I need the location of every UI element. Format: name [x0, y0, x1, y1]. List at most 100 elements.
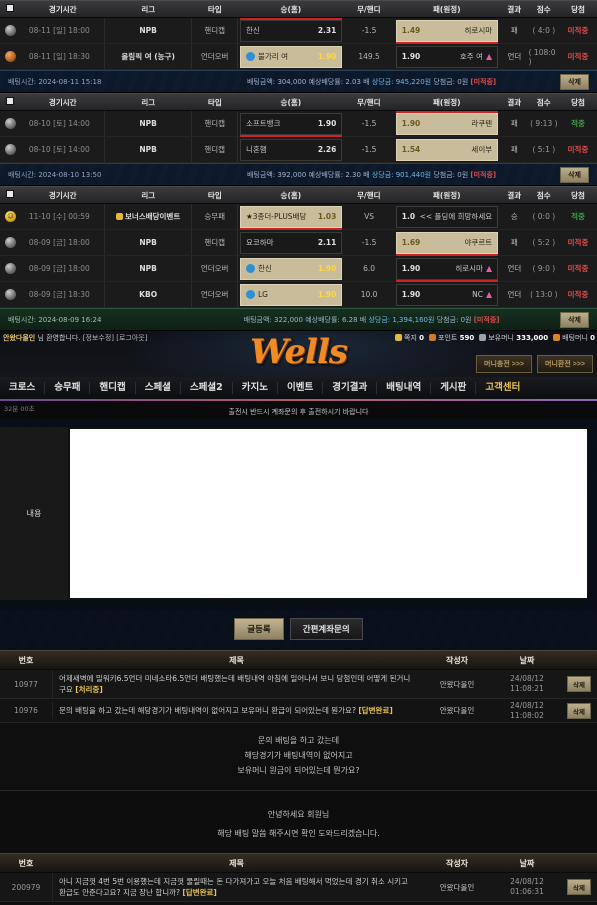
delete-slip-button[interactable]: 삭제	[560, 311, 589, 328]
col-date: 날짜	[519, 858, 535, 868]
away-pick-cell[interactable]: 1.90 라쿠텐	[394, 110, 500, 136]
nav-item-handicap[interactable]: 핸디캡	[90, 382, 136, 394]
col-time: 경기시간	[48, 190, 77, 200]
post-line: 문의 배팅을 하고 갔는데	[257, 736, 340, 745]
bet-row: 08-11 [일] 18:00 NPB 핸디캡 한신 2.31 -1.5 1.4…	[0, 17, 597, 44]
select-all-checkbox[interactable]	[0, 97, 21, 107]
away-pick-cell[interactable]: 1.0 << 폴딩에 희망하세요	[394, 204, 500, 229]
match-result: 패	[510, 26, 518, 35]
handicap-value: -1.5	[361, 238, 377, 247]
match-result: 패	[510, 238, 518, 247]
hit-status: 미적중	[567, 290, 589, 299]
match-score: ( 0:0 )	[532, 212, 556, 221]
table-row[interactable]: 10977 어제새벽에 밀워키6.5언더 미네소타6.5언더 배팅했는데 배팅내…	[0, 670, 597, 699]
post-reply: 안녕하세요 회원님 해당 배팅 말씀 해주시면 확인 도와드리겠습니다.	[0, 791, 597, 853]
sport-ball-icon	[0, 256, 21, 281]
sport-ball-icon	[0, 18, 21, 43]
col-score: 점수	[536, 4, 551, 14]
home-pick-cell[interactable]: 한신 1.90	[238, 256, 344, 281]
home-pick-cell[interactable]: 한신 2.31	[238, 17, 344, 43]
post-title[interactable]: 어제새벽에 밀워키6.5언더 미네소타6.5언더 배팅했는데 배팅내역 아침에 …	[52, 670, 421, 698]
match-time: 08-11 [일] 18:00	[21, 18, 105, 43]
envelope-icon	[395, 334, 403, 341]
home-pick-cell[interactable]: 니혼햄 2.26	[238, 137, 344, 162]
nav-item-results[interactable]: 경기결과	[323, 382, 378, 394]
nav-item-bet-history[interactable]: 배팅내역	[377, 382, 432, 394]
delete-slip-button[interactable]: 삭제	[560, 73, 589, 90]
col-type: 타입	[207, 190, 222, 200]
exchange-button[interactable]: 머니환전 >>>	[537, 355, 593, 373]
away-pick-cell[interactable]: 1.90 NC ▲	[394, 282, 500, 307]
select-all-checkbox[interactable]	[0, 190, 21, 200]
bet-slip: 경기시간 리그 타입 승(홈) 무/핸디 패(원정) 결과 점수 당첨 ☺ 11…	[0, 186, 597, 331]
league-name: NPB	[105, 111, 193, 136]
overunder-value: 6.0	[363, 264, 376, 273]
home-odd: 1.03	[317, 212, 337, 221]
nav-item-customer-center[interactable]: 고객센터	[476, 382, 529, 394]
league-name: KBO	[105, 282, 193, 307]
col-type: 타입	[207, 4, 222, 14]
away-pick-cell[interactable]: 1.69 야쿠르트	[394, 230, 500, 256]
delete-post-button[interactable]: 삭제	[567, 879, 591, 895]
league-name: NPB	[105, 18, 193, 43]
bet-row: 08-11 [일] 18:30 올림픽 여 (농구) 언더오버 불가리 여 1.…	[0, 44, 597, 70]
away-pick-cell[interactable]: 1.90 히로시마 ▲	[394, 256, 500, 282]
nav-item-special2[interactable]: 스페셜2	[181, 382, 233, 394]
post-title[interactable]: 아니 지금껏 4번 5번 이용했는데 지금껏 물릴때는 돈 다가져가고 오늘 처…	[52, 873, 421, 901]
delete-slip-button[interactable]: 삭제	[560, 166, 589, 183]
delete-post-button[interactable]: 삭제	[567, 702, 591, 719]
home-pick-cell[interactable]: 소프트뱅크 1.90	[238, 111, 344, 137]
match-result: 언더	[507, 52, 522, 61]
bet-slip: 경기시간 리그 타입 승(홈) 무/핸디 패(원정) 결과 점수 당첨 08-1…	[0, 0, 597, 93]
match-time: 11-10 [수] 00:59	[21, 204, 105, 229]
bet-row: 08-10 [토] 14:00 NPB 핸디캡 소프트뱅크 1.90 -1.5 …	[0, 110, 597, 137]
home-pick-cell[interactable]: LG 1.90	[238, 282, 344, 307]
team-dot-icon	[245, 290, 255, 299]
away-odd: 1.69	[401, 238, 421, 247]
nav-item-winlose[interactable]: 승무패	[45, 382, 91, 394]
nav-item-special[interactable]: 스페셜	[136, 382, 181, 394]
home-odd: 2.11	[317, 238, 337, 247]
away-pick-cell[interactable]: 1.49 히로시마	[394, 18, 500, 44]
nav-item-board[interactable]: 게시판	[431, 382, 477, 394]
col-home: 승(홈)	[280, 190, 302, 200]
home-pick-cell[interactable]: 요코하마 2.11	[238, 230, 344, 255]
post-status-tag: [답변완료]	[182, 888, 217, 897]
main-navigation: 크로스 승무패 핸디캡 스페셜 스페셜2 카지노 이벤트 경기결과 배팅내역 게…	[0, 377, 597, 401]
bet-amount: 배팅금액: 304,000	[247, 77, 307, 86]
select-all-checkbox[interactable]	[0, 4, 21, 14]
content-textarea[interactable]	[68, 427, 589, 600]
account-inquiry-button[interactable]: 간편계좌문의	[289, 618, 363, 640]
col-away: 패(원정)	[433, 4, 461, 14]
delete-post-button[interactable]: 삭제	[567, 676, 591, 692]
event-badge-icon	[116, 213, 124, 220]
post-title[interactable]: 문의 배팅을 하고 갔는데 해당경기가 배팅내역이 없어지고 보유머니 환급이 …	[52, 702, 421, 719]
nav-item-event[interactable]: 이벤트	[278, 382, 324, 394]
nav-item-cross[interactable]: 크로스	[0, 382, 46, 394]
away-team-name: 히로시마	[464, 26, 493, 35]
bet-type: 핸디캡	[192, 230, 238, 255]
col-score: 점수	[536, 97, 551, 107]
bet-slip-footer: 배팅시간: 2024-08-11 15:18 배팅금액: 304,000 예상배…	[0, 70, 597, 92]
hit-status: 적중	[571, 212, 585, 221]
bet-time: 배팅시간: 2024-08-11 15:18	[8, 77, 102, 86]
league-name: NPB	[105, 137, 193, 162]
charge-button[interactable]: 머니충전 >>>	[476, 355, 533, 373]
table-row[interactable]: 10976 문의 배팅을 하고 갔는데 해당경기가 배팅내역이 없어지고 보유머…	[0, 699, 597, 723]
away-odd: 1.49	[401, 26, 421, 35]
table-row[interactable]: 200979 아니 지금껏 4번 5번 이용했는데 지금껏 물릴때는 돈 다가져…	[0, 873, 597, 902]
away-team-name: 호주 여	[459, 52, 483, 61]
nav-item-casino[interactable]: 카지노	[233, 382, 279, 394]
away-pick-cell[interactable]: 1.54 세이부	[394, 137, 500, 162]
post-no: 200979	[11, 882, 41, 892]
home-pick-cell[interactable]: 불가리 여 1.90	[238, 44, 344, 69]
away-pick-cell[interactable]: 1.90 호주 여 ▲	[394, 44, 500, 69]
bet-rate: 예상배당률: 2.30 배	[308, 170, 370, 179]
away-odd: 1.90	[401, 264, 421, 273]
submit-post-button[interactable]: 글등록	[234, 618, 284, 640]
home-pick-cell[interactable]: ★3종더-PLUS배당 1.03	[238, 204, 344, 230]
match-result: 승	[510, 212, 518, 221]
wallet-balance: 보유머니 333,000	[479, 333, 548, 343]
board-section-2: 번호 제목 작성자 날짜 200979 아니 지금껏 4번 5번 이용했는데 지…	[0, 853, 597, 905]
match-time: 08-09 [금] 18:30	[21, 282, 105, 307]
